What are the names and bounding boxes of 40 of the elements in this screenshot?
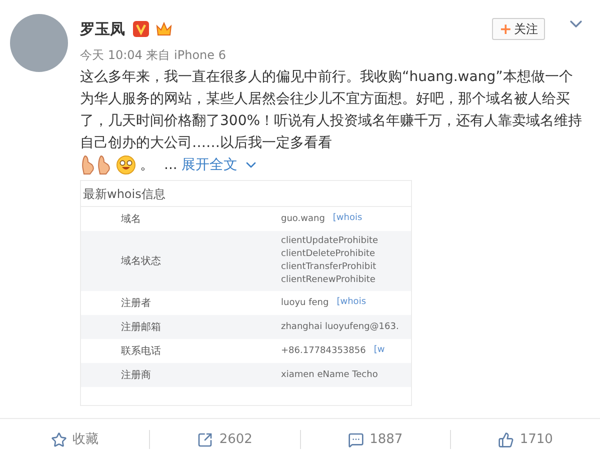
whois-title: 最新whois信息 [82, 186, 166, 202]
favorite-action[interactable]: 收藏 [50, 430, 99, 450]
crown-badge-icon [155, 21, 173, 37]
star-icon [50, 432, 67, 448]
whois-link[interactable]: [w [374, 344, 385, 358]
whois-value: clientUpdateProhibite [281, 235, 378, 248]
whois-value: guo.wang [281, 212, 325, 226]
whois-link[interactable]: [whois [336, 296, 366, 310]
hand-emoji-icon [81, 155, 95, 175]
laughing-face-emoji-icon [116, 155, 136, 175]
repost-action[interactable]: 2602 [197, 430, 252, 450]
thumbs-up-icon [498, 432, 514, 448]
follow-button[interactable]: +关注 [492, 18, 545, 40]
ellipsis: ... [164, 156, 178, 175]
whois-label: 注册邮箱 [120, 320, 162, 334]
whois-value: clientDeleteProhibite [281, 248, 376, 261]
post-time: 今天 10:04 来自 iPhone 6 [80, 47, 227, 64]
hand-emoji-icon [97, 155, 111, 175]
post-text: 这么多年来，我一直在很多人的偏见中前行。我收购“huang.wang”本想做一个为华人服务的网站，某些人居然会往少儿不宜方面想。好吧，那个域名被人给买了，几天时间价格翻了300%！听说有人投资域名年赚千万，还有人靠卖域名维持自己创办的大公司……以后我一定多看看 [80, 68, 584, 153]
post-text-end: 。 [140, 156, 154, 175]
whois-value: zhanghai luoyufeng@163. [281, 320, 399, 334]
like-action[interactable]: 1710 [498, 430, 553, 450]
user-name[interactable]: 罗玉凤 [80, 18, 125, 40]
whois-label: 注册者 [120, 296, 152, 310]
whois-value: +86.17784353856 [281, 344, 366, 358]
whois-value: xiamen eName Techo [281, 368, 378, 382]
verified-badge-icon [133, 21, 149, 37]
comment-action[interactable]: 1887 [348, 430, 403, 450]
comment-icon [348, 432, 364, 448]
whois-value: clientTransferProhibit [281, 261, 378, 274]
whois-label: 联系电话 [120, 344, 162, 358]
whois-label: 注册商 [120, 368, 152, 382]
plus-icon: + [499, 18, 512, 40]
whois-value: luoyu feng [281, 296, 329, 310]
whois-value: clientRenewProhibite [281, 274, 376, 287]
whois-label: 域名状态 [120, 254, 162, 268]
share-icon [197, 432, 214, 448]
whois-label: 域名 [120, 212, 142, 226]
expand-link[interactable]: 展开全文 [181, 154, 238, 176]
whois-link[interactable]: [whois [332, 212, 362, 226]
